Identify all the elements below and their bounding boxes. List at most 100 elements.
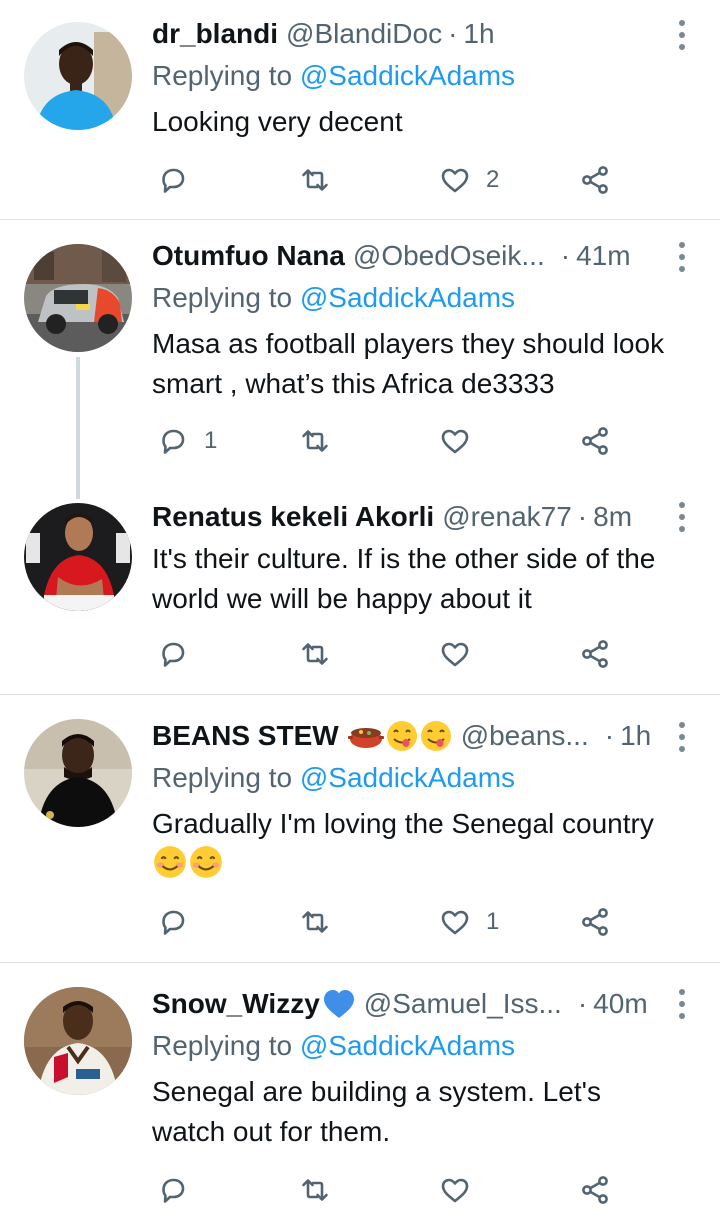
retweet-button[interactable] — [298, 160, 332, 200]
smiling-face-emoji — [154, 846, 186, 878]
avatar[interactable] — [24, 719, 132, 827]
blue-heart-emoji — [323, 990, 354, 1018]
share-button[interactable] — [578, 902, 612, 942]
reply-button[interactable] — [156, 634, 204, 674]
retweet-button[interactable] — [298, 902, 332, 942]
retweet-icon — [302, 643, 328, 665]
like-icon — [441, 642, 469, 667]
thread-connector — [76, 357, 80, 499]
user-handle[interactable]: @beans — [461, 720, 566, 752]
reply-button[interactable] — [156, 160, 204, 200]
reply-count: 1 — [204, 427, 218, 454]
timestamp[interactable]: 41m — [576, 240, 630, 272]
user-handle[interactable]: @renak77 — [442, 501, 572, 533]
display-name[interactable]: Snow_Wizzy — [152, 988, 320, 1020]
tweet[interactable]: Snow_Wizzy @Samuel_Iss... · 40m Replying… — [0, 963, 720, 1225]
user-handle[interactable]: @BlandiDoc — [286, 18, 442, 50]
share-button[interactable] — [578, 1170, 612, 1210]
separator-dot: · — [604, 720, 615, 751]
replying-to-label: Replying to — [152, 1030, 293, 1061]
display-name[interactable]: Otumfuo Nana — [152, 240, 345, 272]
tweet-text: Senegal are building a system. Let's wat… — [152, 1076, 601, 1147]
mention-link[interactable]: @SaddickAdams — [300, 1030, 515, 1061]
replying-to-label: Replying to — [152, 60, 293, 91]
like-count: 2 — [486, 166, 500, 193]
separator-dot: · — [448, 18, 458, 49]
reply-button[interactable]: 1 — [156, 421, 217, 461]
smiling-face-emoji — [190, 846, 222, 878]
like-icon — [441, 910, 469, 935]
like-button[interactable]: 2 — [438, 160, 499, 200]
tweet[interactable]: dr_blandi @BlandiDoc · 1h Replying to @S… — [0, 0, 720, 219]
reply-button[interactable] — [156, 1170, 204, 1210]
avatar[interactable] — [24, 22, 132, 130]
separator-dot: · — [560, 240, 571, 271]
display-name[interactable]: Renatus kekeli Akorli — [152, 501, 434, 533]
truncation-ellipsis: ... — [521, 240, 545, 271]
like-button[interactable] — [438, 634, 486, 674]
mention-link[interactable]: @SaddickAdams — [300, 762, 515, 793]
reply-icon — [162, 168, 185, 193]
tweet-text: Gradually I'm loving the Senegal country — [152, 808, 654, 839]
replying-to-label: Replying to — [152, 282, 293, 313]
like-icon — [441, 1178, 469, 1203]
truncation-ellipsis: ... — [538, 988, 562, 1019]
share-icon — [582, 166, 608, 194]
display-name[interactable]: dr_blandi — [152, 18, 278, 50]
retweet-button[interactable] — [298, 1170, 332, 1210]
like-button[interactable] — [438, 421, 486, 461]
share-icon — [582, 427, 608, 455]
reply-icon — [162, 1178, 185, 1203]
yummy-face-emoji — [386, 721, 417, 751]
replying-to: Replying to @SaddickAdams — [152, 278, 680, 318]
retweet-icon — [302, 430, 328, 452]
like-button[interactable] — [438, 1170, 486, 1210]
share-button[interactable] — [578, 160, 612, 200]
separator-dot: · — [577, 501, 588, 532]
like-count: 1 — [486, 908, 500, 935]
yummy-face-emoji — [420, 721, 451, 751]
retweet-icon — [302, 169, 328, 191]
name-emojis — [347, 719, 453, 753]
share-icon — [582, 640, 608, 668]
like-button[interactable]: 1 — [438, 902, 499, 942]
replying-to: Replying to @SaddickAdams — [152, 56, 680, 96]
timestamp[interactable]: 1h — [620, 720, 651, 752]
replying-to: Replying to @SaddickAdams — [152, 1026, 680, 1066]
timestamp[interactable]: 1h — [463, 18, 494, 50]
replying-to: Replying to @SaddickAdams — [152, 758, 680, 798]
truncation-ellipsis: ... — [565, 720, 589, 751]
avatar[interactable] — [24, 987, 132, 1095]
reply-icon — [162, 429, 185, 454]
user-handle[interactable]: @Samuel_Iss — [364, 988, 539, 1020]
avatar[interactable] — [24, 244, 132, 352]
retweet-button[interactable] — [298, 421, 332, 461]
reply-button[interactable] — [156, 902, 204, 942]
retweet-button[interactable] — [298, 634, 332, 674]
tweet[interactable]: Otumfuo Nana @ObedOseik... · 41m Replyin… — [0, 220, 720, 499]
avatar[interactable] — [24, 503, 132, 611]
share-button[interactable] — [578, 421, 612, 461]
share-icon — [582, 1176, 608, 1204]
tweet-text: Looking very decent — [152, 106, 403, 137]
tweet-text: It's their culture. If is the other side… — [152, 543, 656, 614]
timestamp[interactable]: 8m — [593, 501, 632, 533]
share-button[interactable] — [578, 634, 612, 674]
retweet-icon — [302, 911, 328, 933]
reply-icon — [162, 642, 185, 667]
separator-dot: · — [577, 988, 588, 1019]
user-handle[interactable]: @ObedOseik — [353, 240, 522, 272]
like-icon — [441, 429, 469, 454]
share-icon — [582, 908, 608, 936]
timestamp[interactable]: 40m — [593, 988, 647, 1020]
tweet-text: Masa as football players they should loo… — [152, 328, 665, 399]
display-name[interactable]: BEANS STEW — [152, 720, 339, 752]
retweet-icon — [302, 1179, 328, 1201]
mention-link[interactable]: @SaddickAdams — [300, 282, 515, 313]
stew-pot-emoji — [347, 728, 384, 748]
mention-link[interactable]: @SaddickAdams — [300, 60, 515, 91]
tweet[interactable]: Renatus kekeli Akorli @renak77 · 8m It's… — [0, 490, 720, 694]
reply-icon — [162, 910, 185, 935]
tweet[interactable]: BEANS STEW @beans ... · 1h Replying to @… — [0, 695, 720, 962]
text-emojis — [152, 844, 224, 891]
